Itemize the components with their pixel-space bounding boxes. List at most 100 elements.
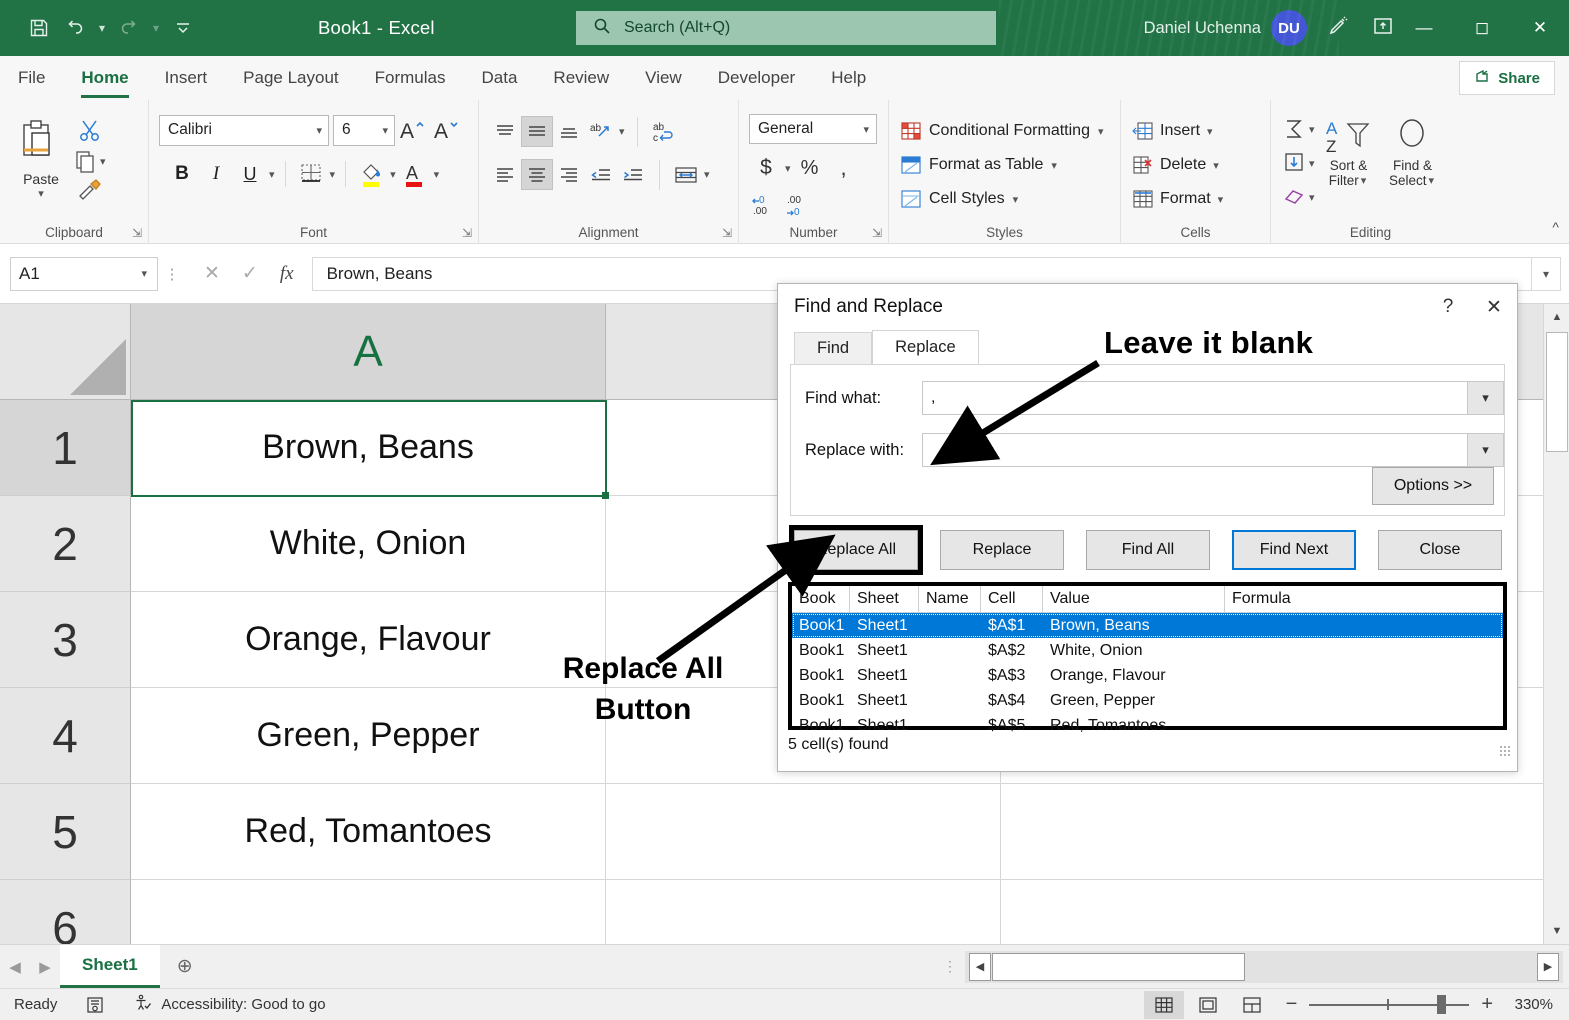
name-box[interactable]: A1 ▾ [10,257,158,291]
format-as-table-chevron-down-icon[interactable]: ▾ [1051,159,1057,172]
tab-page-layout[interactable]: Page Layout [225,58,356,100]
search-box[interactable]: Search (Alt+Q) [576,11,996,45]
find-select-button[interactable]: Find & Select ▾ [1381,116,1445,214]
find-all-button[interactable]: Find All [1086,530,1210,570]
results-header-value[interactable]: Value [1043,586,1225,613]
cell-b6[interactable] [606,880,1001,944]
fill-button[interactable]: ▾ [1281,146,1317,180]
fill-chevron-down-icon[interactable]: ▾ [1309,157,1315,170]
insert-cells-button[interactable]: Insert ▾ [1131,114,1260,148]
underline-chevron-down-icon[interactable]: ▾ [269,168,275,181]
row-header-2[interactable]: 2 [0,496,131,592]
sheet-tab-sheet1[interactable]: Sheet1 [60,945,160,988]
recording-macro-icon[interactable] [71,995,119,1015]
accounting-format-icon[interactable]: $ [749,152,783,184]
number-format-select[interactable]: General ▾ [749,114,877,144]
normal-view-icon[interactable] [1144,991,1184,1019]
column-header-a[interactable]: A [131,304,606,400]
font-color-icon[interactable]: A [398,158,432,190]
increase-font-size-icon[interactable]: A [395,114,429,146]
font-name-combo[interactable]: Calibri ▾ [159,115,329,146]
results-list[interactable]: Book Sheet Name Cell Value Formula Book1… [788,582,1507,730]
sort-filter-chevron-down-icon[interactable]: ▾ [1361,174,1367,187]
table-row[interactable]: Book1 Sheet1 $A$1 Brown, Beans [792,613,1503,638]
find-what-chevron-down-icon[interactable]: ▾ [1467,382,1503,414]
autosum-button[interactable]: ▾ [1281,112,1317,146]
format-painter-icon[interactable] [72,178,108,204]
tab-review[interactable]: Review [535,58,627,100]
table-row[interactable]: Book1 Sheet1 $A$2 White, Onion [792,638,1503,663]
results-header-cell[interactable]: Cell [981,586,1043,613]
results-header-formula[interactable]: Formula [1225,586,1425,613]
cut-icon[interactable] [72,116,108,144]
customize-qat-icon[interactable] [166,11,200,45]
minimize-icon[interactable]: — [1395,0,1453,56]
wrap-text-icon[interactable]: abc [648,116,680,147]
align-left-icon[interactable] [489,159,521,190]
accessibility-status[interactable]: Accessibility: Good to go [119,993,339,1017]
align-top-icon[interactable] [489,116,521,147]
table-row[interactable]: Book1 Sheet1 $A$4 Green, Pepper [792,688,1503,713]
increase-indent-icon[interactable] [617,159,649,190]
select-all-corner[interactable] [0,304,131,400]
zoom-out-icon[interactable]: − [1286,993,1298,1016]
paste-chevron-down-icon[interactable]: ▾ [38,187,44,200]
row-header-5[interactable]: 5 [0,784,131,880]
close-button[interactable]: Close [1378,530,1502,570]
zoom-level[interactable]: 330% [1507,996,1569,1013]
cell-a4[interactable]: Green, Pepper [131,688,606,784]
zoom-slider[interactable] [1309,995,1469,1015]
confirm-entry-icon[interactable]: ✓ [242,262,258,285]
scroll-down-icon[interactable]: ▼ [1544,918,1569,944]
paste-button[interactable]: Paste ▾ [10,117,72,200]
tab-view[interactable]: View [627,58,700,100]
bold-button[interactable]: B [165,158,199,190]
clipboard-dialog-launcher-icon[interactable]: ⇲ [132,226,142,240]
italic-button[interactable]: I [199,158,233,190]
previous-sheet-icon[interactable]: ◀ [0,958,30,976]
cancel-entry-icon[interactable]: ✕ [204,262,220,285]
page-layout-view-icon[interactable] [1188,991,1228,1019]
borders-icon[interactable] [294,158,328,190]
increase-decimal-icon[interactable]: 0.00 [749,188,783,220]
avatar[interactable]: DU [1271,10,1307,46]
help-icon[interactable]: ? [1425,284,1471,330]
format-chevron-down-icon[interactable]: ▾ [1218,193,1224,206]
formula-bar-grip[interactable]: ⋮ [158,265,186,283]
underline-button[interactable]: U [233,158,267,190]
tab-insert[interactable]: Insert [147,58,226,100]
table-row[interactable]: Book1 Sheet1 $A$3 Orange, Flavour [792,663,1503,688]
horizontal-scroll-thumb[interactable] [992,953,1245,981]
cell-c6[interactable] [1001,880,1569,944]
find-select-chevron-down-icon[interactable]: ▾ [1429,174,1435,187]
cell-a6[interactable] [131,880,606,944]
decrease-indent-icon[interactable] [585,159,617,190]
account-area[interactable]: Daniel Uchenna DU [1144,0,1307,56]
expand-formula-bar-icon[interactable]: ▾ [1531,257,1561,291]
replace-all-button[interactable]: Replace All [794,530,918,570]
autosum-chevron-down-icon[interactable]: ▾ [1309,123,1315,136]
merge-chevron-down-icon[interactable]: ▾ [704,168,710,181]
redo-icon[interactable] [112,11,146,45]
scroll-up-icon[interactable]: ▲ [1544,304,1569,330]
row-header-3[interactable]: 3 [0,592,131,688]
number-format-chevron-down-icon[interactable]: ▾ [863,123,869,136]
zoom-slider-thumb[interactable] [1437,995,1446,1014]
share-button[interactable]: Share [1459,61,1555,95]
orientation-icon[interactable]: ab [585,116,617,147]
tab-help[interactable]: Help [813,58,884,100]
font-size-chevron-down-icon[interactable]: ▾ [382,124,388,137]
cell-a3[interactable]: Orange, Flavour [131,592,606,688]
fill-color-icon[interactable] [354,158,388,190]
cell-b5[interactable] [606,784,1001,880]
dialog-tab-replace[interactable]: Replace [872,330,979,364]
replace-with-input[interactable]: ▾ [922,433,1504,467]
clear-chevron-down-icon[interactable]: ▾ [1309,191,1315,204]
row-header-6[interactable]: 6 [0,880,131,944]
tab-home[interactable]: Home [63,58,146,100]
row-header-4[interactable]: 4 [0,688,131,784]
replace-with-chevron-down-icon[interactable]: ▾ [1467,434,1503,466]
align-middle-icon[interactable] [521,116,553,147]
results-header-book[interactable]: Book [792,586,850,613]
accounting-chevron-down-icon[interactable]: ▾ [785,162,791,175]
